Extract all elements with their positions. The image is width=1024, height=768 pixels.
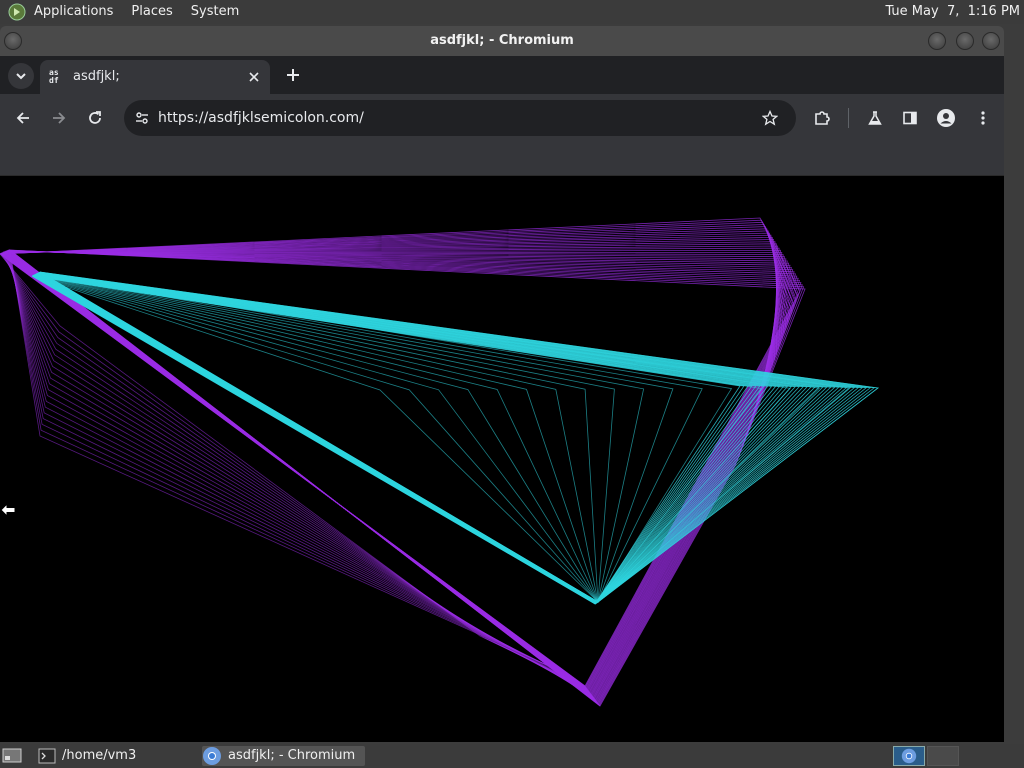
purple-line <box>3 251 783 697</box>
purple-line <box>4 251 784 697</box>
side-panel-icon <box>903 111 917 125</box>
menu-button[interactable] <box>971 106 995 130</box>
purple-line <box>4 251 785 698</box>
page-canvas[interactable] <box>0 176 1004 742</box>
purple-line <box>8 249 805 706</box>
url-text[interactable]: https://asdfjklsemicolon.com/ <box>158 100 364 136</box>
cyan-line <box>36 273 820 604</box>
purple-line <box>5 250 791 700</box>
cyan-line <box>35 273 808 604</box>
purple-line <box>5 250 792 701</box>
back-button[interactable] <box>11 106 35 130</box>
clock[interactable]: Tue May 7, 1:16 PM <box>885 0 1020 24</box>
taskbar-label: /home/vm3 <box>62 748 137 763</box>
close-icon <box>249 72 259 82</box>
distro-logo-icon[interactable] <box>8 3 26 21</box>
top-panel: Applications Places System Tue May 7, 1:… <box>0 0 1024 24</box>
taskbar-label: asdfjkl; - Chromium <box>228 748 356 763</box>
arrow-right-icon <box>53 112 66 124</box>
forward-button[interactable] <box>47 106 71 130</box>
window-titlebar[interactable]: asdfjkl; - Chromium <box>0 26 1004 56</box>
purple-line <box>5 251 790 700</box>
workspace-1-button[interactable] <box>893 746 925 766</box>
purple-line <box>2 243 777 694</box>
chromium-icon <box>203 747 221 765</box>
flask-icon <box>868 111 882 125</box>
tab-title: asdfjkl; <box>73 69 120 84</box>
arrow-left-icon <box>16 112 29 124</box>
window-title: asdfjkl; - Chromium <box>430 33 574 48</box>
purple-line <box>0 226 793 689</box>
purple-line <box>6 250 797 703</box>
address-bar[interactable]: https://asdfjklsemicolon.com/ <box>124 100 796 136</box>
tab-active[interactable]: as df asdfjkl; <box>40 60 270 94</box>
extensions-button[interactable] <box>810 106 834 130</box>
cyan-line <box>37 272 840 604</box>
purple-line <box>2 241 779 694</box>
desktop-icon <box>2 748 22 763</box>
bottom-panel: /home/vm3 asdfjkl; - Chromium <box>0 744 1024 768</box>
site-favicon-icon: as df <box>49 68 59 85</box>
taskbar-item-terminal[interactable]: /home/vm3 <box>38 746 136 766</box>
purple-line <box>4 251 787 699</box>
taskbar-item-chromium[interactable]: asdfjkl; - Chromium <box>202 746 366 766</box>
profile-button[interactable] <box>934 106 958 130</box>
cyan-line <box>35 273 812 604</box>
minimize-button[interactable] <box>928 32 946 50</box>
show-desktop-button[interactable] <box>2 746 22 766</box>
purple-line <box>2 245 779 695</box>
reload-icon <box>89 111 101 124</box>
purple-line <box>6 250 798 703</box>
menu-places[interactable]: Places <box>131 0 172 24</box>
mouse-cursor-icon <box>0 502 18 518</box>
chevron-down-icon <box>16 73 26 80</box>
chromium-icon <box>901 748 917 764</box>
purple-line <box>7 250 801 705</box>
labs-button[interactable] <box>863 106 887 130</box>
workspace-2-button[interactable] <box>927 746 959 766</box>
puzzle-icon <box>815 111 830 125</box>
purple-line <box>6 250 795 702</box>
menu-applications[interactable]: Applications <box>34 0 113 24</box>
purple-line <box>6 250 794 702</box>
new-tab-button[interactable] <box>281 63 305 87</box>
bookmark-star-icon[interactable] <box>758 106 782 130</box>
avatar-icon <box>937 109 955 127</box>
menu-system[interactable]: System <box>191 0 239 24</box>
terminal-icon <box>38 748 56 764</box>
tab-search-button[interactable] <box>8 63 34 89</box>
bookmarks-bar-area <box>0 142 1004 176</box>
site-info-icon[interactable] <box>130 106 154 130</box>
tab-strip: as df asdfjkl; <box>0 56 1004 94</box>
cyan-line <box>35 273 804 604</box>
cyan-line <box>38 272 821 603</box>
kebab-menu-icon <box>981 111 985 125</box>
reload-button[interactable] <box>83 106 107 130</box>
side-panel-button[interactable] <box>898 106 922 130</box>
browser-toolbar: https://asdfjklsemicolon.com/ <box>0 94 1004 142</box>
line-art <box>0 217 880 707</box>
plus-icon <box>287 69 299 81</box>
close-tab-button[interactable] <box>246 69 262 85</box>
purple-line <box>3 247 780 696</box>
purple-line <box>1 234 785 692</box>
close-window-button[interactable] <box>982 32 1000 50</box>
purple-line <box>4 251 788 699</box>
desktop-background <box>1004 24 1024 744</box>
purple-line <box>7 249 802 705</box>
purple-line <box>1 239 781 693</box>
toolbar-separator <box>848 108 849 128</box>
maximize-button[interactable] <box>956 32 974 50</box>
